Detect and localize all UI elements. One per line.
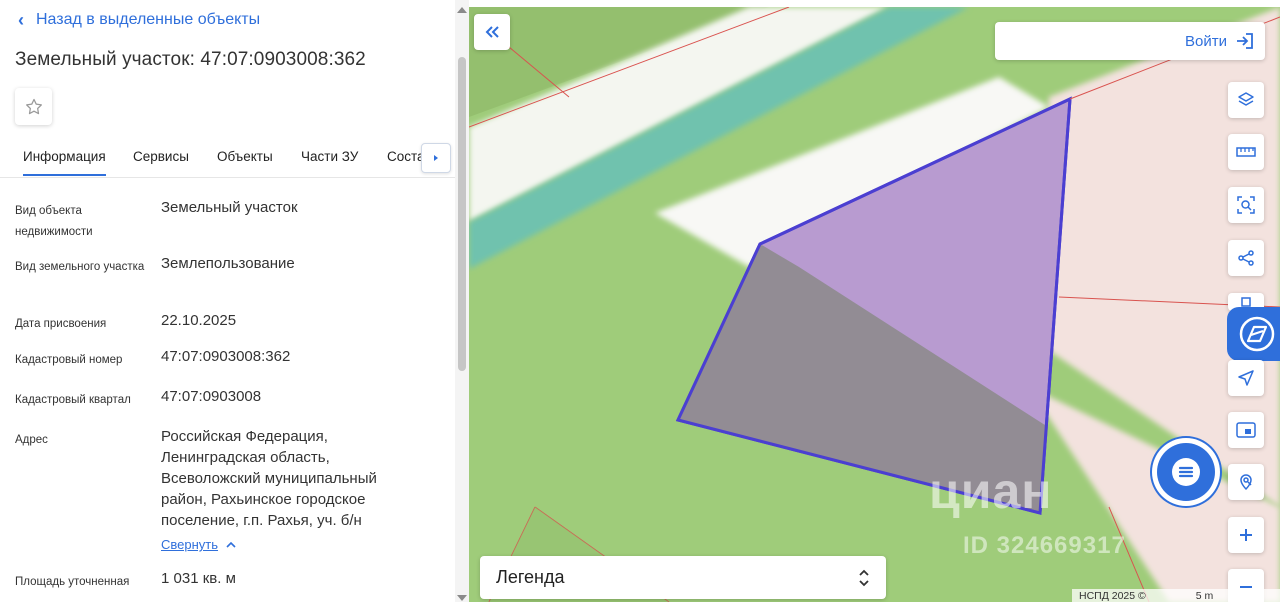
login-icon	[1237, 33, 1253, 49]
field-value: 47:07:0903008:362	[161, 348, 291, 365]
chat-button[interactable]	[1157, 443, 1215, 501]
info-panel: ‹ Назад в выделенные объекты Земельный у…	[0, 0, 469, 602]
field-value: 22.10.2025	[161, 312, 237, 329]
tab-parts[interactable]: Части ЗУ	[301, 149, 358, 164]
field-value: Земельный участок	[161, 199, 298, 216]
scroll-up-arrow[interactable]	[457, 7, 467, 13]
field-label: Дата присвоения	[15, 318, 107, 330]
map-canvas[interactable]: циан ID 324669317 Войти Легенда НСПД 202…	[469, 7, 1280, 602]
area-search-button[interactable]	[1228, 187, 1264, 223]
tab-bar: Информация Сервисы Объекты Части ЗУ Сост…	[0, 138, 455, 178]
tabs-scroll-right-button[interactable]	[421, 143, 451, 173]
zoom-in-button[interactable]	[1228, 517, 1264, 553]
legend-label: Легенда	[496, 567, 565, 587]
caret-right-icon	[434, 155, 438, 161]
chevron-up-down-icon	[859, 569, 869, 586]
collapse-panel-button[interactable]	[474, 14, 510, 50]
field-label: Вид земельного участка	[15, 261, 145, 273]
field-label: Вид объекта недвижимости	[15, 205, 93, 238]
map-attribution: НСПД 2025 © 5 m	[1072, 589, 1280, 602]
layers-button[interactable]	[1228, 82, 1264, 118]
login-button-label: Войти	[1185, 32, 1227, 50]
scrollbar-thumb[interactable]	[458, 57, 466, 371]
chevron-up-icon	[226, 541, 236, 548]
back-link-label: Назад в выделенные объекты	[36, 11, 261, 28]
geo-search-button[interactable]	[1228, 464, 1264, 500]
navigation-arrow-icon	[1238, 370, 1254, 386]
page-title: Земельный участок: 47:07:0903008:362	[15, 49, 366, 70]
share-icon	[1238, 250, 1254, 266]
tab-composition[interactable]: Соста	[387, 149, 425, 164]
field-label: Кадастровый номер	[15, 354, 123, 366]
scroll-down-arrow[interactable]	[457, 595, 467, 601]
attribution-text: НСПД 2025 ©	[1079, 589, 1146, 602]
ruler-icon	[1236, 147, 1256, 157]
field-label: Адрес	[15, 434, 48, 446]
star-icon	[25, 98, 42, 114]
double-chevron-left-icon	[485, 26, 499, 38]
field-label: Кадастровый квартал	[15, 394, 131, 406]
back-link[interactable]: ‹ Назад в выделенные объекты	[18, 11, 260, 29]
login-button[interactable]: Войти	[995, 22, 1265, 60]
scale-bar-label: 5 m	[1195, 589, 1214, 602]
collapse-link-label: Свернуть	[161, 537, 219, 552]
share-button[interactable]	[1228, 240, 1264, 276]
area-search-icon	[1237, 196, 1255, 214]
field-value: Российская Федерация, Ленинградская обла…	[161, 428, 377, 529]
map-tiles	[469, 7, 1280, 602]
tab-objects[interactable]: Объекты	[217, 149, 273, 164]
legend-toggle[interactable]: Легенда	[480, 556, 886, 599]
plus-icon	[1240, 529, 1252, 541]
tab-info[interactable]: Информация	[23, 149, 106, 176]
geo-search-icon	[1240, 474, 1252, 491]
field-value: Землепользование	[161, 255, 295, 272]
panel-scrollbar[interactable]	[455, 0, 469, 602]
rosreestr-logo-icon	[1239, 316, 1275, 352]
minimap-button[interactable]	[1228, 412, 1264, 448]
tab-services[interactable]: Сервисы	[133, 149, 189, 164]
collapse-link[interactable]: Свернуть	[161, 537, 236, 552]
field-value: 47:07:0903008	[161, 388, 262, 405]
locate-button[interactable]	[1228, 360, 1264, 396]
chevron-left-icon: ‹	[18, 10, 24, 30]
layers-icon	[1238, 92, 1254, 106]
ruler-button[interactable]	[1228, 134, 1264, 170]
watermark: циан	[929, 463, 1053, 519]
watermark-id: ID 324669317	[963, 532, 1126, 559]
chat-icon	[1172, 458, 1200, 486]
rosreestr-button[interactable]	[1227, 307, 1280, 361]
favorite-button[interactable]	[15, 88, 52, 125]
field-value: 1 031 кв. м	[161, 570, 236, 587]
field-label: Площадь уточненная	[15, 576, 130, 588]
print-icon	[1241, 297, 1251, 307]
minimap-icon	[1236, 422, 1256, 438]
